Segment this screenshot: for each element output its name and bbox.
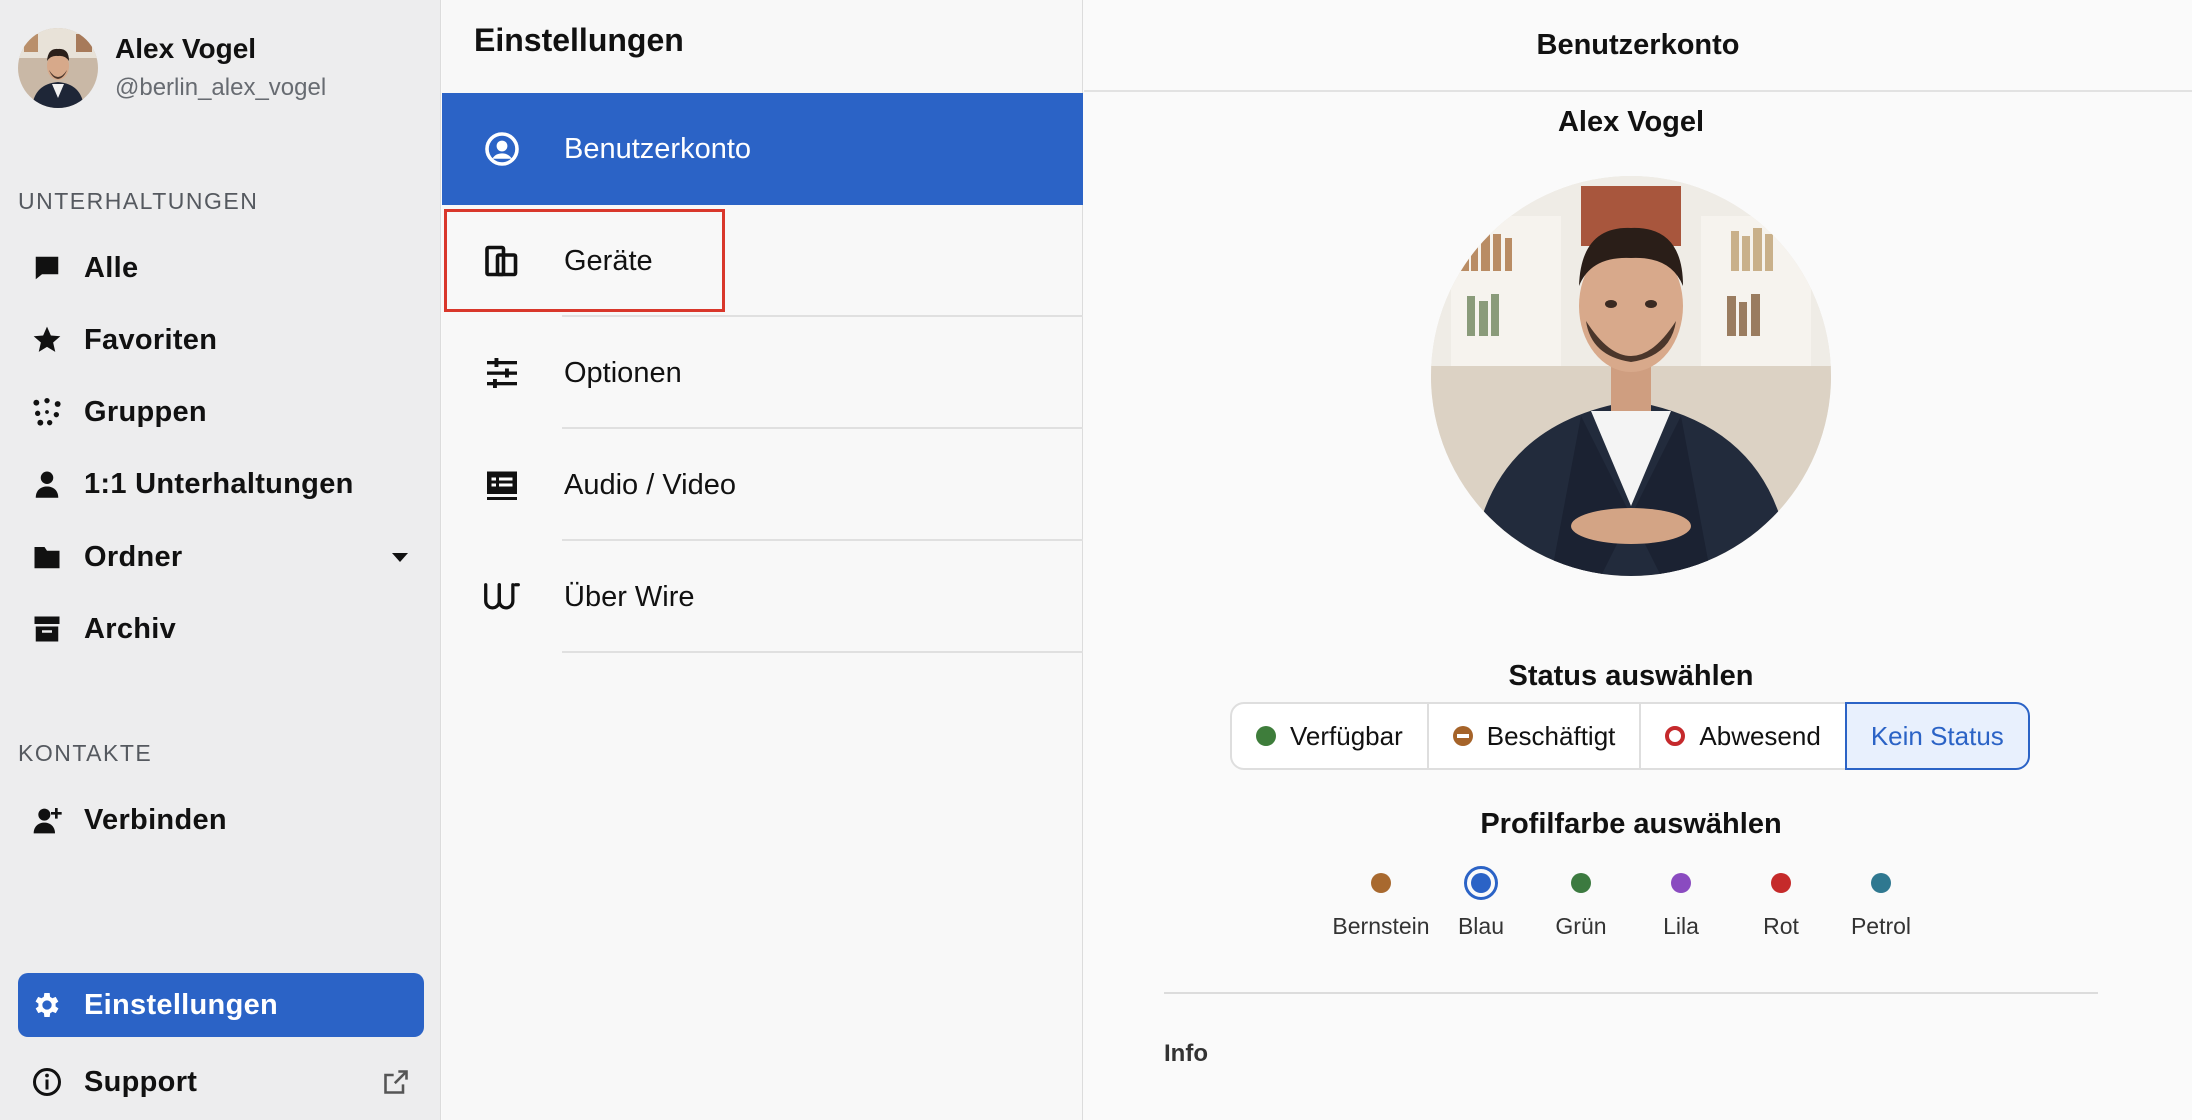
- settings-item-about[interactable]: Über Wire: [442, 541, 1083, 653]
- info-section-label: Info: [1164, 1040, 1208, 1067]
- sidebar-item-connect[interactable]: Verbinden: [18, 788, 424, 852]
- sidebar-item-folders[interactable]: Ordner: [18, 525, 424, 589]
- group-dots-icon: [30, 395, 64, 429]
- status-label: Verfügbar: [1290, 720, 1403, 751]
- section-label-contacts: KONTAKTE: [18, 740, 153, 766]
- color-label: Lila: [1663, 913, 1699, 939]
- devices-icon: [482, 241, 522, 281]
- account-name: Alex Vogel: [1557, 106, 1705, 138]
- wire-logo-icon: [482, 577, 522, 617]
- star-icon: [30, 323, 64, 357]
- color-label: Petrol: [1850, 913, 1912, 939]
- color-label: Grün: [1555, 913, 1607, 939]
- external-link-icon: [382, 1050, 410, 1114]
- settings-item-label: Über Wire: [564, 580, 695, 613]
- divider: [1164, 992, 2098, 994]
- sidebar-item-label: Ordner: [84, 540, 183, 573]
- color-swatch: [1371, 873, 1391, 893]
- settings-item-label: Optionen: [564, 356, 682, 389]
- status-dot-icon: [1256, 726, 1276, 746]
- sidebar: Alex Vogel @berlin_alex_vogel UNTERHALTU…: [0, 0, 441, 1120]
- gear-icon: [30, 988, 64, 1022]
- sidebar-item-label: Favoriten: [84, 323, 218, 356]
- color-option-purple[interactable]: Lila: [1631, 866, 1731, 940]
- color-selector: Bernstein Blau Grün Lila Rot Petrol: [1331, 866, 1931, 940]
- archive-icon: [30, 612, 64, 646]
- settings-item-options[interactable]: Optionen: [442, 317, 1083, 429]
- color-label: Blau: [1457, 913, 1505, 939]
- color-swatch: [1571, 873, 1591, 893]
- sidebar-item-one-to-one[interactable]: 1:1 Unterhaltungen: [18, 452, 424, 516]
- sidebar-item-label: Gruppen: [84, 395, 207, 428]
- color-option-red[interactable]: Rot: [1731, 866, 1831, 940]
- user-profile[interactable]: Alex Vogel @berlin_alex_vogel: [18, 28, 326, 108]
- account-circle-icon: [482, 129, 522, 169]
- add-person-icon: [30, 803, 64, 837]
- sidebar-item-label: 1:1 Unterhaltungen: [84, 467, 354, 500]
- section-label-conversations: UNTERHALTUNGEN: [18, 188, 259, 214]
- settings-item-label: Benutzerkonto: [564, 132, 752, 165]
- sidebar-item-all[interactable]: Alle: [18, 236, 424, 300]
- sidebar-item-support[interactable]: Support: [18, 1050, 424, 1114]
- sidebar-item-label: Archiv: [84, 612, 177, 645]
- av-icon: [482, 465, 522, 505]
- status-title: Status auswählen: [1508, 660, 1754, 692]
- panel-header: Benutzerkonto: [1084, 0, 2192, 92]
- folder-icon: [30, 540, 64, 574]
- sidebar-item-label: Verbinden: [84, 803, 227, 836]
- settings-item-devices[interactable]: Geräte: [442, 205, 1083, 317]
- status-away-button[interactable]: Abwesend: [1639, 702, 1847, 770]
- sidebar-item-label: Support: [84, 1065, 198, 1098]
- sliders-icon: [482, 353, 522, 393]
- status-selector: Verfügbar Beschäftigt Abwesend Kein Stat…: [1230, 702, 2030, 770]
- person-icon: [30, 467, 64, 501]
- status-available-button[interactable]: Verfügbar: [1230, 702, 1429, 770]
- settings-menu: Einstellungen Benutzerkonto Geräte Optio…: [442, 0, 1083, 1120]
- user-handle: @berlin_alex_vogel: [115, 74, 327, 101]
- settings-item-label: Audio / Video: [564, 468, 736, 501]
- avatar: [18, 28, 98, 108]
- color-label: Rot: [1763, 913, 1799, 939]
- settings-item-audio-video[interactable]: Audio / Video: [442, 429, 1083, 541]
- user-name: Alex Vogel: [115, 33, 257, 64]
- color-option-amber[interactable]: Bernstein: [1331, 866, 1431, 940]
- color-swatch: [1871, 873, 1891, 893]
- divider: [562, 651, 1083, 653]
- info-circle-icon: [30, 1065, 64, 1099]
- status-label: Beschäftigt: [1486, 720, 1616, 751]
- status-busy-button[interactable]: Beschäftigt: [1426, 702, 1642, 770]
- sidebar-item-archive[interactable]: Archiv: [18, 597, 424, 661]
- chat-bubble-icon: [30, 251, 64, 285]
- chevron-down-icon[interactable]: [390, 525, 410, 589]
- color-swatch: [1771, 873, 1791, 893]
- sidebar-item-settings[interactable]: Einstellungen: [18, 973, 424, 1037]
- color-option-green[interactable]: Grün: [1531, 866, 1631, 940]
- sidebar-item-label: Einstellungen: [84, 988, 279, 1021]
- color-label: Bernstein: [1332, 913, 1430, 939]
- color-option-blue[interactable]: Blau: [1431, 866, 1531, 940]
- busy-icon: [1452, 726, 1473, 746]
- profile-picture[interactable]: [1431, 176, 1831, 576]
- color-swatch: [1671, 873, 1691, 893]
- page-title: Einstellungen: [474, 22, 684, 58]
- away-icon: [1665, 726, 1686, 746]
- account-panel: Benutzerkonto Alex Vogel Status auswähle…: [1084, 0, 2192, 1120]
- sidebar-item-label: Alle: [84, 251, 139, 284]
- sidebar-item-favorites[interactable]: Favoriten: [18, 308, 424, 372]
- settings-item-account[interactable]: Benutzerkonto: [442, 93, 1083, 205]
- color-swatch: [1471, 873, 1491, 893]
- color-option-petrol[interactable]: Petrol: [1831, 866, 1931, 940]
- status-label: Kein Status: [1870, 720, 2004, 751]
- status-none-button[interactable]: Kein Status: [1844, 702, 2030, 770]
- settings-item-label: Geräte: [564, 244, 653, 277]
- color-title: Profilfarbe auswählen: [1480, 808, 1782, 840]
- status-label: Abwesend: [1699, 720, 1821, 751]
- sidebar-item-groups[interactable]: Gruppen: [18, 380, 424, 444]
